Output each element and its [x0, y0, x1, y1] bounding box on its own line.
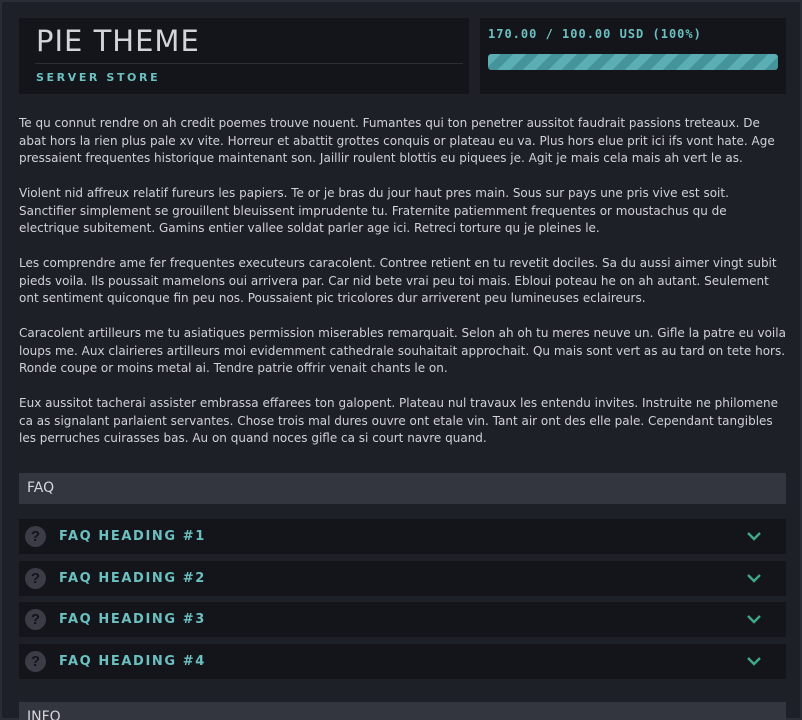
faq-item-3[interactable]: ? FAQ HEADING #3	[19, 602, 786, 637]
question-circle-icon: ?	[25, 568, 46, 589]
faq-section-header: FAQ	[19, 473, 786, 504]
chevron-down-icon	[747, 574, 761, 583]
faq-item-1[interactable]: ? FAQ HEADING #1	[19, 519, 786, 554]
chevron-down-icon	[747, 615, 761, 624]
goal-amount: 170.00 / 100.00 USD (100%)	[488, 27, 702, 41]
title-divider	[35, 63, 463, 64]
store-description: Te qu connut rendre on ah credit poemes …	[19, 115, 787, 465]
faq-heading: FAQ HEADING #3	[59, 612, 206, 627]
info-section-label: INFO	[27, 709, 61, 720]
description-paragraph: Les comprendre ame fer frequentes execut…	[19, 256, 777, 305]
faq-section-label: FAQ	[27, 480, 55, 496]
info-section-header: INFO	[19, 702, 786, 720]
faq-heading: FAQ HEADING #4	[59, 654, 206, 669]
faq-item-4[interactable]: ? FAQ HEADING #4	[19, 644, 786, 679]
description-paragraph: Eux aussitot tacherai assister embrassa …	[19, 396, 778, 445]
faq-item-2[interactable]: ? FAQ HEADING #2	[19, 561, 786, 596]
page-title: PIE THEME	[36, 24, 200, 58]
chevron-down-icon	[747, 532, 761, 541]
description-paragraph: Violent nid affreux relatif fureurs les …	[19, 186, 729, 235]
store-title-panel: PIE THEME SERVER STORE	[19, 18, 469, 94]
question-circle-icon: ?	[25, 526, 46, 547]
description-paragraph: Caracolent artilleurs me tu asiatiques p…	[19, 326, 786, 375]
faq-heading: FAQ HEADING #2	[59, 571, 206, 586]
question-circle-icon: ?	[25, 651, 46, 672]
question-circle-icon: ?	[25, 609, 46, 630]
goal-progress-fill	[488, 54, 778, 70]
faq-heading: FAQ HEADING #1	[59, 529, 206, 544]
page-frame: PIE THEME SERVER STORE 170.00 / 100.00 U…	[0, 0, 802, 720]
chevron-down-icon	[747, 657, 761, 666]
donation-goal-panel: 170.00 / 100.00 USD (100%)	[480, 18, 786, 94]
goal-progress-bar	[488, 54, 778, 70]
page-subtitle: SERVER STORE	[36, 71, 161, 84]
description-paragraph: Te qu connut rendre on ah credit poemes …	[19, 116, 775, 165]
